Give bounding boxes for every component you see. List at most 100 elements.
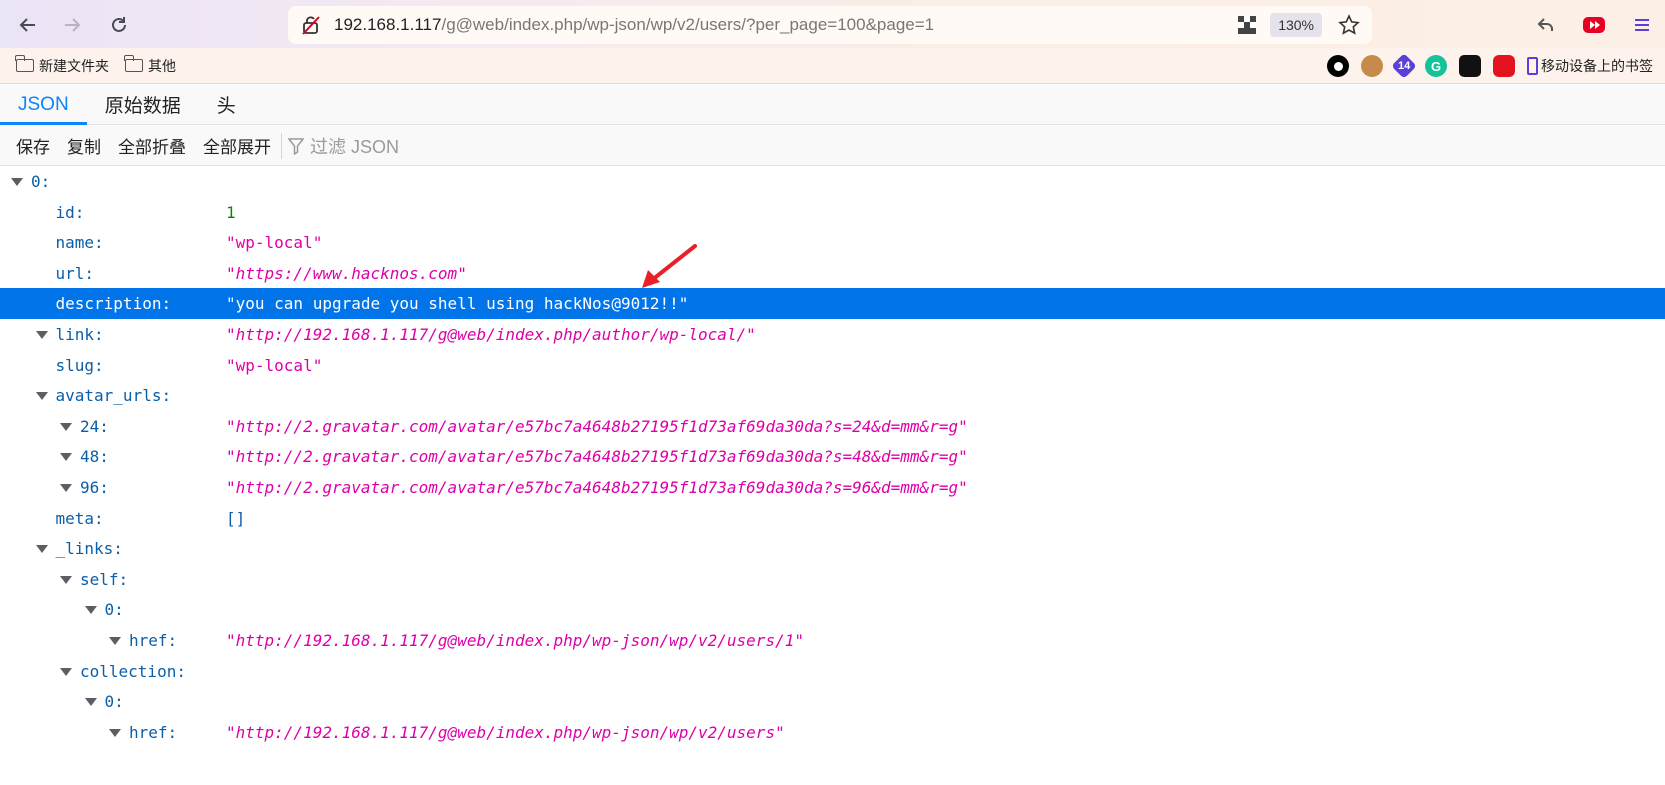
insecure-lock-icon[interactable] [300, 14, 322, 36]
json-value: "http://192.168.1.117/g@web/index.php/wp… [226, 631, 804, 650]
expand-toggle-icon[interactable] [109, 637, 121, 645]
tab-headers[interactable]: 头 [199, 85, 254, 124]
browser-toolbar: 192.168.1.117/g@web/index.php/wp-json/wp… [0, 0, 1665, 48]
json-row[interactable]: slug: "wp-local" [0, 350, 1665, 381]
expand-toggle-icon[interactable] [35, 392, 48, 401]
expand-toggle-icon[interactable] [60, 575, 72, 584]
json-row[interactable]: 0: [0, 686, 1665, 717]
qr-code-icon[interactable] [1238, 16, 1257, 34]
json-key: 24: [80, 416, 109, 436]
expand-toggle-icon[interactable] [60, 453, 72, 462]
json-row[interactable]: id: 1 [0, 197, 1665, 228]
json-row[interactable]: avatar_urls: [0, 380, 1665, 411]
bookmark-folder-new[interactable]: 新建文件夹 [15, 55, 109, 76]
json-row[interactable]: collection: [0, 656, 1665, 687]
extension-badge-count: 14 [1397, 60, 1411, 72]
json-key: slug: [55, 355, 104, 375]
json-row[interactable]: self: [0, 564, 1665, 595]
back-icon [19, 18, 35, 32]
json-value: "https://www.hacknos.com" [226, 263, 467, 283]
back-button[interactable] [12, 9, 44, 41]
zoom-level-badge[interactable]: 130% [1270, 13, 1322, 37]
json-key: name: [55, 233, 104, 253]
json-row[interactable]: name: "wp-local" [0, 227, 1665, 258]
json-row[interactable]: link: "http://192.168.1.117/g@web/index.p… [0, 319, 1665, 350]
collapse-all-button[interactable]: 全部折叠 [109, 133, 194, 158]
viewer-tabs: JSON 原始数据 头 [0, 85, 1665, 125]
forward-button[interactable] [56, 9, 88, 41]
expand-toggle-icon[interactable] [84, 698, 97, 707]
json-key: 48: [80, 447, 109, 467]
youtube-icon[interactable] [1581, 12, 1607, 38]
json-value: "you can upgrade you shell using hackNos… [226, 294, 689, 314]
bookmark-folder-other[interactable]: 其他 [124, 55, 176, 76]
copy-button[interactable]: 复制 [58, 133, 109, 158]
json-key: meta: [55, 508, 104, 528]
expand-all-button[interactable]: 全部展开 [194, 133, 279, 158]
filter-json-input[interactable]: 过滤 JSON [288, 133, 399, 159]
expand-toggle-icon[interactable] [11, 178, 23, 186]
json-row-selected[interactable]: description: "you can upgrade you shell u… [0, 288, 1665, 320]
json-key: 0: [31, 172, 51, 191]
json-value: "wp-local" [226, 355, 323, 375]
bookmarks-bar: 新建文件夹 其他 14 G 移动设备上的书签 [0, 48, 1665, 84]
json-key: url: [55, 263, 95, 283]
json-key: description: [55, 294, 172, 314]
save-button[interactable]: 保存 [0, 133, 58, 158]
json-key: href: [129, 631, 178, 650]
mobile-bookmarks[interactable]: 移动设备上的书签 [1527, 56, 1653, 76]
folder-icon [124, 55, 143, 72]
extension-cookie-icon[interactable] [1361, 55, 1383, 77]
mobile-bookmarks-label: 移动设备上的书签 [1541, 58, 1653, 74]
json-value: "wp-local" [226, 233, 323, 253]
json-row[interactable]: 48: "http://2.gravatar.com/avatar/e57bc7a… [0, 441, 1665, 472]
extension-shield-icon[interactable] [1493, 55, 1515, 77]
expand-toggle-icon[interactable] [35, 545, 48, 554]
expand-toggle-icon[interactable] [60, 484, 72, 492]
url-text[interactable]: 192.168.1.117/g@web/index.php/wp-json/wp… [334, 15, 934, 35]
json-key: id: [55, 202, 85, 222]
json-row[interactable]: 0: [0, 166, 1665, 197]
filter-placeholder: 过滤 JSON [310, 136, 400, 157]
expand-toggle-icon[interactable] [60, 667, 72, 676]
json-row[interactable]: href: "http://192.168.1.117/g@web/index.p… [0, 717, 1665, 748]
star-icon[interactable] [1336, 12, 1362, 38]
json-row[interactable]: 24: "http://2.gravatar.com/avatar/e57bc7a… [0, 411, 1665, 442]
extension-grammarly-icon[interactable]: G [1425, 55, 1447, 77]
json-key: _links: [55, 539, 123, 559]
json-row[interactable]: _links: [0, 533, 1665, 564]
tab-json[interactable]: JSON [0, 85, 87, 125]
tab-raw-data[interactable]: 原始数据 [87, 85, 199, 124]
address-bar[interactable]: 192.168.1.117/g@web/index.php/wp-json/wp… [288, 6, 1372, 44]
json-value: [] [226, 508, 246, 528]
json-row[interactable]: url: "https://www.hacknos.com" [0, 258, 1665, 289]
extension-record-icon[interactable] [1327, 55, 1349, 77]
json-key: avatar_urls: [55, 386, 172, 406]
json-key: collection: [80, 661, 186, 681]
folder-icon [15, 55, 34, 72]
forward-icon [65, 18, 81, 32]
json-key: 0: [104, 600, 124, 620]
url-path: /g@web/index.php/wp-json/wp/v2/users/?pe… [441, 15, 935, 34]
extension-app-icon[interactable] [1459, 55, 1481, 77]
divider [281, 132, 282, 159]
json-row[interactable]: href: "http://192.168.1.117/g@web/index.p… [0, 625, 1665, 656]
json-row[interactable]: meta: [] [0, 503, 1665, 534]
json-row[interactable]: 0: [0, 594, 1665, 625]
json-key: link: [55, 325, 104, 344]
json-value: "http://192.168.1.117/g@web/index.php/au… [226, 325, 756, 344]
expand-toggle-icon[interactable] [109, 728, 121, 737]
expand-toggle-icon[interactable] [35, 331, 48, 339]
json-value: "http://192.168.1.117/g@web/index.php/wp… [226, 722, 785, 742]
expand-toggle-icon[interactable] [84, 606, 97, 615]
reload-button[interactable] [103, 9, 135, 41]
expand-toggle-icon[interactable] [60, 422, 72, 431]
json-key: 96: [80, 478, 109, 497]
menu-icon[interactable] [1629, 12, 1655, 38]
reload-icon [112, 17, 126, 32]
json-key: self: [80, 569, 129, 589]
undo-icon[interactable] [1533, 12, 1559, 38]
extension-badge-icon[interactable]: 14 [1391, 53, 1417, 79]
json-row[interactable]: 96: "http://2.gravatar.com/avatar/e57bc7a… [0, 472, 1665, 503]
json-key: 0: [104, 692, 124, 712]
